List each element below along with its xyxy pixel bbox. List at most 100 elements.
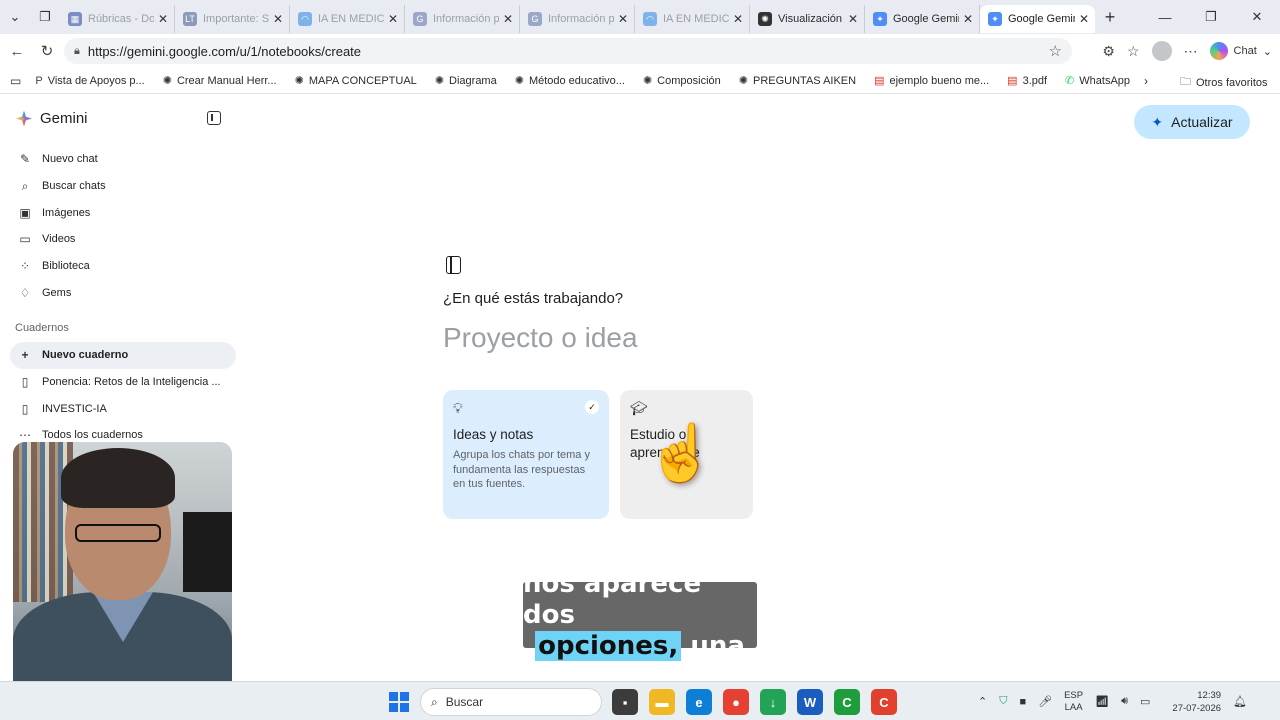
- project-name-input[interactable]: [443, 318, 863, 358]
- browser-tab[interactable]: ✦ Google Gemini ✕: [865, 5, 980, 33]
- google-icon: G: [528, 12, 542, 26]
- update-button[interactable]: ✦ Actualizar: [1134, 105, 1250, 139]
- camtasia-icon[interactable]: C: [834, 689, 860, 715]
- window-controls: — ❐ ✕: [1142, 0, 1280, 34]
- edge-icon[interactable]: e: [686, 689, 712, 715]
- favorite-link[interactable]: ✺ MAPA CONCEPTUAL: [295, 74, 417, 88]
- search-icon: ⌕: [431, 694, 438, 709]
- close-tab-icon[interactable]: ✕: [963, 12, 973, 26]
- back-icon[interactable]: ←: [2, 36, 32, 66]
- close-tab-icon[interactable]: ✕: [848, 12, 858, 26]
- clock[interactable]: 12:39 27-07-2026: [1172, 689, 1221, 715]
- wifi-icon[interactable]: 📶︎: [1095, 695, 1109, 708]
- tray-chevron-up-icon[interactable]: ⌃: [978, 695, 987, 708]
- browser-tab[interactable]: LT Importante: Se ✕: [175, 5, 290, 33]
- gemini-brand[interactable]: Gemini: [16, 110, 88, 127]
- app-icon-green-arrow[interactable]: ↓: [760, 689, 786, 715]
- caption-line-2: opciones, una: [535, 630, 745, 662]
- taskbar-search[interactable]: ⌕ Buscar: [420, 688, 602, 716]
- favorite-star-icon[interactable]: ☆: [1049, 42, 1062, 60]
- system-tray: ⌃ ⛉ ■ 🎤︎ ESP LAA 📶︎ 🔊︎ ▭ 12:39 27-07-202…: [978, 682, 1247, 720]
- notebook-item[interactable]: + Nuevo cuaderno: [10, 342, 236, 369]
- sidebar-item[interactable]: ▭ Videos: [10, 226, 236, 253]
- copilot-button[interactable]: Chat ⌄: [1209, 42, 1272, 60]
- windows-start-icon[interactable]: [389, 692, 409, 712]
- favorites-overflow-chevron-icon[interactable]: ›: [1144, 74, 1148, 88]
- close-tab-icon[interactable]: ✕: [1079, 12, 1089, 26]
- close-tab-icon[interactable]: ✕: [273, 12, 283, 26]
- sidebar-toggle-icon[interactable]: [207, 111, 221, 125]
- lock-icon[interactable]: 🔒︎: [74, 45, 80, 58]
- presenter-glasses: [75, 524, 161, 542]
- workspaces-icon[interactable]: ❐: [30, 0, 60, 34]
- reading-list-icon[interactable]: ▭: [10, 74, 21, 88]
- favorite-link[interactable]: P Vista de Apoyos p...: [35, 74, 144, 87]
- battery-icon[interactable]: ▭: [1140, 695, 1150, 708]
- volume-icon[interactable]: 🔊︎: [1121, 695, 1128, 708]
- input-language[interactable]: ESP LAA: [1064, 690, 1083, 714]
- pkp-icon: P: [35, 74, 43, 87]
- favorite-link[interactable]: ✺ Composición: [643, 74, 721, 88]
- favorites-list: P Vista de Apoyos p... ✺ Crear Manual Her…: [35, 74, 1148, 88]
- favorite-link[interactable]: ✺ Crear Manual Herr...: [162, 74, 277, 88]
- notifications-icon[interactable]: 🔔︎: [1233, 695, 1247, 708]
- browser-tab[interactable]: ◠ IA EN MEDICIN ✕: [635, 5, 750, 33]
- more-menu-icon[interactable]: ⋯: [1184, 43, 1198, 60]
- defender-icon[interactable]: ⛉: [999, 695, 1007, 708]
- tab-label: Visualización fo: [778, 13, 844, 25]
- sidebar-item[interactable]: ✎ Nuevo chat: [10, 146, 236, 173]
- openai-icon: ✺: [162, 75, 172, 87]
- close-tab-icon[interactable]: ✕: [388, 12, 398, 26]
- favorite-link[interactable]: ▤ ejemplo bueno me...: [874, 74, 989, 88]
- url-text[interactable]: https://gemini.google.com/u/1/notebooks/…: [88, 44, 1049, 59]
- favorite-link[interactable]: ✺ Método educativo...: [514, 74, 625, 88]
- word-icon[interactable]: W: [797, 689, 823, 715]
- task-view-icon[interactable]: ▪: [612, 689, 638, 715]
- close-tab-icon[interactable]: ✕: [503, 12, 513, 26]
- sidebar-item[interactable]: ♢ Gems: [10, 279, 236, 306]
- browser-tab[interactable]: ✺ Visualización fo ✕: [750, 5, 865, 33]
- card-description: Agrupa los chats por tema y fundamenta l…: [453, 449, 590, 490]
- sidebar-item[interactable]: ▣ Imágenes: [10, 199, 236, 226]
- tab-label: IA EN MEDICIN: [663, 13, 729, 25]
- sidebar-item[interactable]: ⌕ Buscar chats: [10, 173, 236, 200]
- ideas-notes-card[interactable]: 💡︎ ✓ Ideas y notas Agrupa los chats por …: [443, 390, 609, 519]
- recorder-icon[interactable]: C: [871, 689, 897, 715]
- openai-icon: ✺: [514, 75, 524, 87]
- sidebar-item[interactable]: ⁘ Biblioteca: [10, 253, 236, 280]
- browser-tab[interactable]: ▦ Rúbricas - Doc ✕: [60, 5, 175, 33]
- chrome-icon[interactable]: ●: [723, 689, 749, 715]
- tab-actions-chevron-icon[interactable]: ⌄: [0, 0, 30, 34]
- minimize-icon[interactable]: —: [1142, 0, 1188, 34]
- nvidia-icon[interactable]: ■: [1019, 696, 1026, 708]
- close-tab-icon[interactable]: ✕: [733, 12, 743, 26]
- favorite-label: Composición: [657, 74, 721, 87]
- reload-icon[interactable]: ↻: [32, 36, 62, 66]
- microphone-icon[interactable]: 🎤︎: [1038, 695, 1052, 708]
- extensions-icon[interactable]: ⚙: [1102, 43, 1115, 60]
- new-tab-button[interactable]: +: [1095, 7, 1125, 28]
- favorite-link[interactable]: ✺ Diagrama: [435, 74, 497, 88]
- browser-tab[interactable]: G Información pe ✕: [405, 5, 520, 33]
- notebook-item[interactable]: ▯ Ponencia: Retos de la Inteligencia ...: [10, 369, 236, 396]
- url-field[interactable]: 🔒︎ https://gemini.google.com/u/1/noteboo…: [64, 38, 1072, 64]
- favorite-link[interactable]: ✺ PREGUNTAS AIKEN: [739, 74, 856, 88]
- close-window-icon[interactable]: ✕: [1234, 0, 1280, 34]
- notebook-item[interactable]: ▯ INVESTIC-IA: [10, 395, 236, 422]
- other-favorites[interactable]: 🗀 Otros favoritos: [1180, 73, 1268, 92]
- restore-icon[interactable]: ❐: [1188, 0, 1234, 34]
- favorite-link[interactable]: ▤ 3.pdf: [1007, 74, 1047, 88]
- profile-avatar[interactable]: [1151, 41, 1172, 61]
- file-explorer-icon[interactable]: ▬: [649, 689, 675, 715]
- browser-tab[interactable]: ◠ IA EN MEDICIN ✕: [290, 5, 405, 33]
- favorite-link[interactable]: ✆ WhatsApp: [1065, 74, 1130, 88]
- browser-tab[interactable]: ✦ Google Gemini ✕: [980, 5, 1095, 33]
- favorites-icon[interactable]: ☆: [1127, 43, 1140, 60]
- notebook-icon: [446, 256, 461, 274]
- update-button-label: Actualizar: [1171, 114, 1233, 130]
- video-caption: nos aparece dos opciones, una: [523, 569, 757, 661]
- browser-tab[interactable]: G Información pe ✕: [520, 5, 635, 33]
- taskbar-apps: ▪ ▬ e ● ↓ W C C: [612, 689, 897, 715]
- close-tab-icon[interactable]: ✕: [618, 12, 628, 26]
- close-tab-icon[interactable]: ✕: [158, 12, 168, 26]
